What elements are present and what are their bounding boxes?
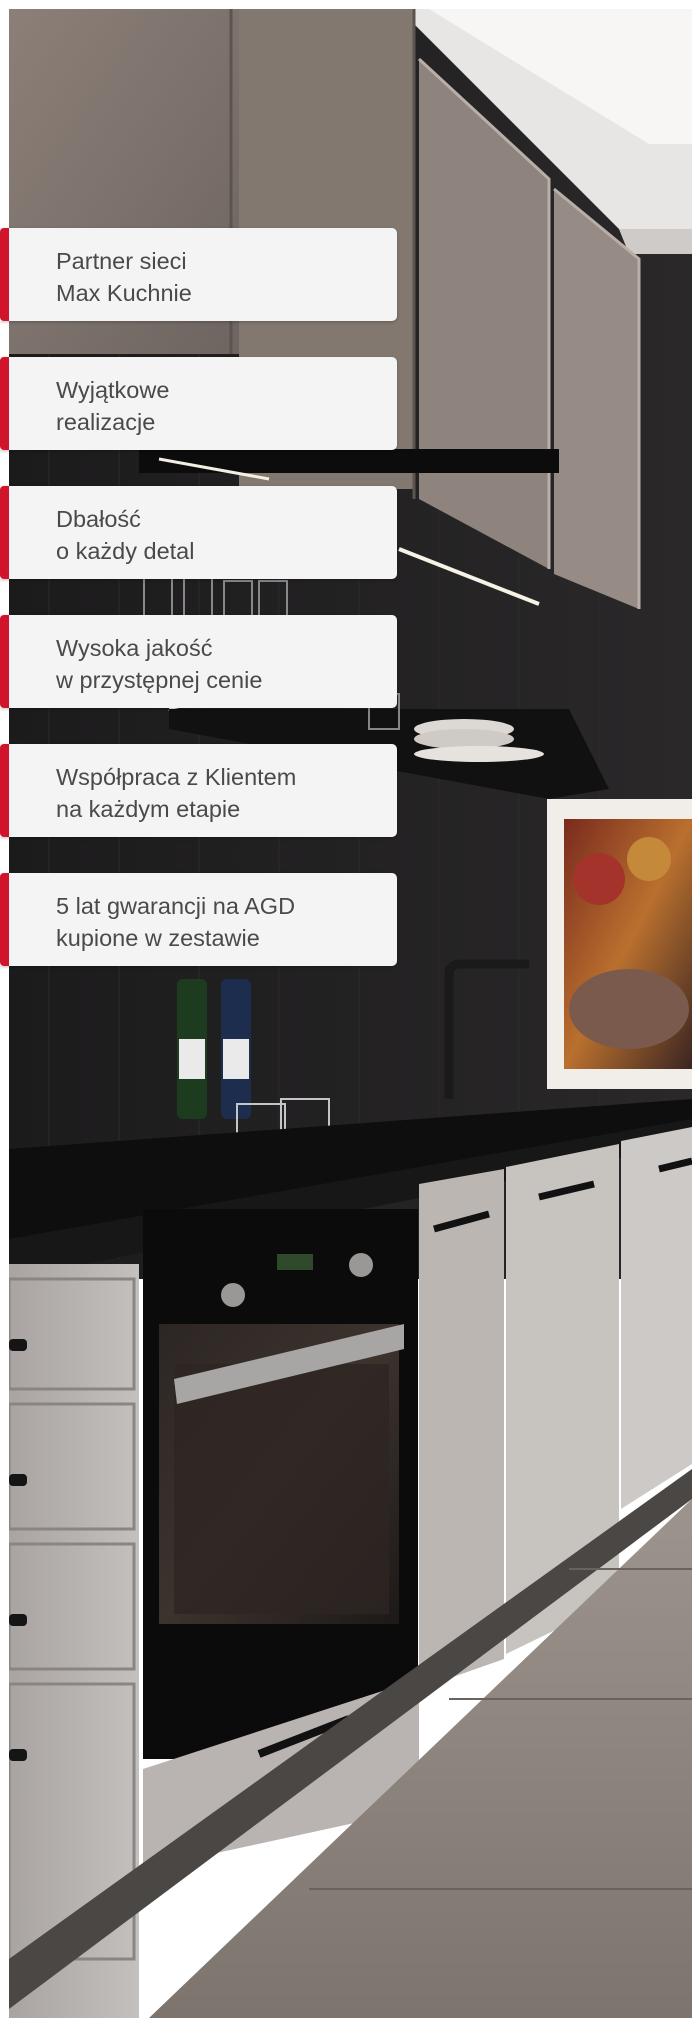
feature-line-2: w przystępnej cenie	[56, 667, 263, 693]
feature-line-2: kupione w zestawie	[56, 925, 260, 951]
feature-card-detail: Dbałość o każdy detal	[0, 486, 397, 579]
page: Partner sieci Max Kuchnie Wyjątkowe real…	[0, 0, 692, 2018]
feature-line-1: Partner sieci	[56, 248, 187, 274]
feature-list: Partner sieci Max Kuchnie Wyjątkowe real…	[0, 0, 400, 1000]
accent-bar	[0, 615, 9, 708]
feature-line-1: Wysoka jakość	[56, 635, 213, 661]
accent-bar	[0, 486, 9, 579]
feature-card-partner: Partner sieci Max Kuchnie	[0, 228, 397, 321]
accent-bar	[0, 744, 9, 837]
feature-card-realizations: Wyjątkowe realizacje	[0, 357, 397, 450]
feature-line-1: Dbałość	[56, 506, 141, 532]
feature-card-quality: Wysoka jakość w przystępnej cenie	[0, 615, 397, 708]
feature-line-2: Max Kuchnie	[56, 280, 192, 306]
accent-bar	[0, 873, 9, 966]
feature-card-cooperation: Współpraca z Klientem na każdym etapie	[0, 744, 397, 837]
accent-bar	[0, 228, 9, 321]
feature-card-warranty: 5 lat gwarancji na AGD kupione w zestawi…	[0, 873, 397, 966]
feature-line-2: realizacje	[56, 409, 156, 435]
feature-line-2: o każdy detal	[56, 538, 195, 564]
feature-line-1: Współpraca z Klientem	[56, 764, 297, 790]
feature-line-1: 5 lat gwarancji na AGD	[56, 893, 296, 919]
feature-line-2: na każdym etapie	[56, 796, 241, 822]
feature-line-1: Wyjątkowe	[56, 377, 170, 403]
accent-bar	[0, 357, 9, 450]
